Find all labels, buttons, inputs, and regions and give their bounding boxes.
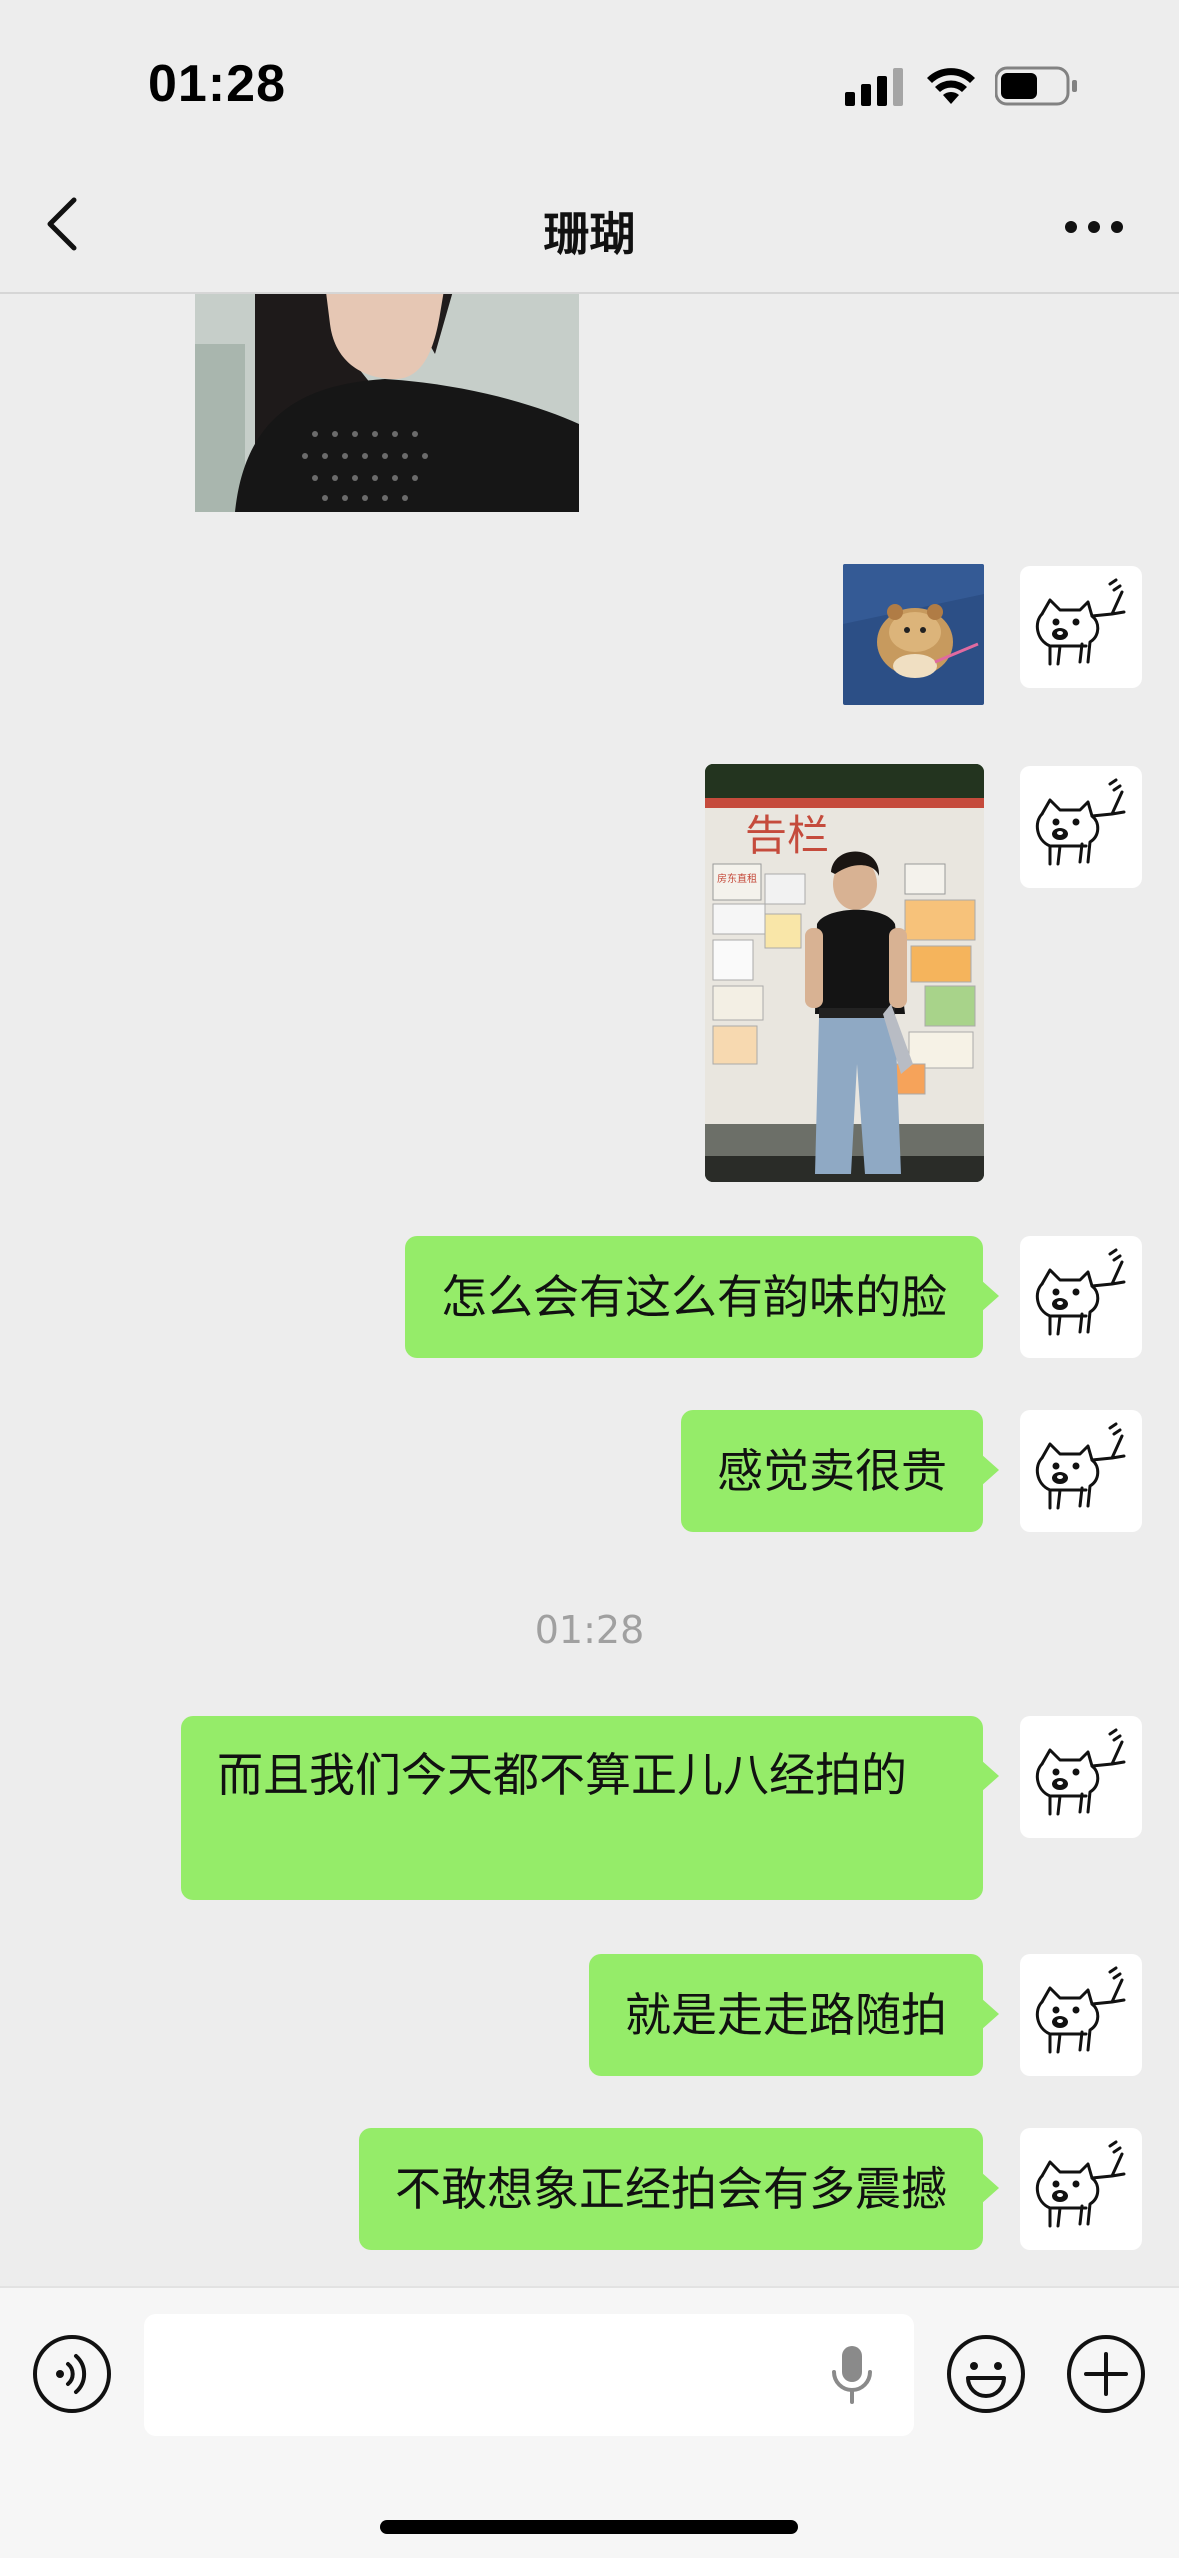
message-bubble[interactable]: 怎么会有这么有韵味的脸 xyxy=(405,1236,999,1358)
avatar[interactable] xyxy=(1020,766,1142,888)
status-time: 01:28 xyxy=(148,55,286,113)
avatar[interactable] xyxy=(1020,566,1142,688)
message-timestamp: 01:28 xyxy=(534,1608,645,1652)
battery-icon xyxy=(995,66,1077,106)
message-input[interactable] xyxy=(144,2314,914,2436)
sent-photo-hamster[interactable] xyxy=(843,564,984,705)
chat-area[interactable]: 告栏 房东直租 怎么会有这么有韵味的脸 感觉卖很贵 01:28 而且我们今天都不… xyxy=(0,294,1179,2286)
chat-title: 珊瑚 xyxy=(543,207,636,261)
mic-icon[interactable] xyxy=(830,2344,874,2406)
avatar[interactable] xyxy=(1020,1716,1142,1838)
voice-icon[interactable] xyxy=(32,2334,112,2414)
signal-icon xyxy=(845,68,903,106)
message-bubble[interactable]: 感觉卖很贵 xyxy=(681,1410,999,1532)
plus-icon[interactable] xyxy=(1066,2334,1146,2414)
emoji-icon[interactable] xyxy=(946,2334,1026,2414)
sent-photo-man-bulletin-board[interactable]: 告栏 房东直租 xyxy=(705,764,984,1182)
avatar[interactable] xyxy=(1020,1236,1142,1358)
avatar[interactable] xyxy=(1020,1410,1142,1532)
more-icon[interactable] xyxy=(1064,220,1124,234)
bulletin-sign-text: 告栏 xyxy=(745,811,829,860)
nav-bar: 珊瑚 xyxy=(0,150,1179,294)
home-indicator[interactable] xyxy=(380,2520,798,2534)
message-bubble[interactable]: 就是走走路随拍 xyxy=(589,1954,999,2076)
wifi-icon xyxy=(927,68,975,104)
message-bubble[interactable]: 而且我们今天都不算正儿八经拍的 xyxy=(181,1716,999,1900)
avatar[interactable] xyxy=(1020,1954,1142,2076)
status-bar: 01:28 xyxy=(0,0,1179,150)
input-bar xyxy=(0,2286,1179,2558)
received-photo[interactable] xyxy=(195,294,579,512)
poster-notice-text: 房东直租 xyxy=(717,872,757,885)
message-bubble[interactable]: 不敢想象正经拍会有多震撼 xyxy=(359,2128,999,2250)
avatar[interactable] xyxy=(1020,2128,1142,2250)
